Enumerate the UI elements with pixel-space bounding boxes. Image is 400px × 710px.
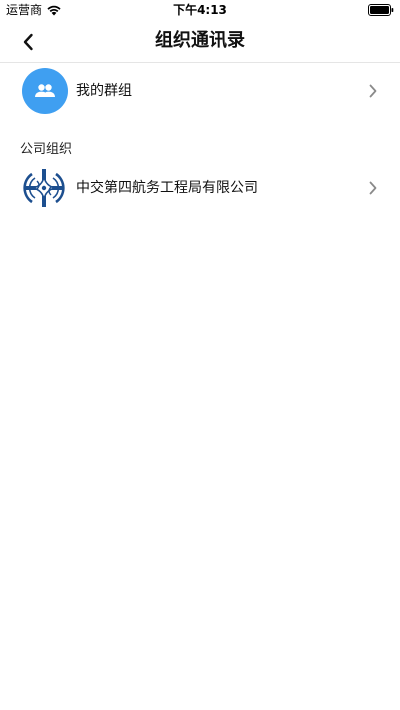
group-people-icon: [35, 84, 55, 97]
nav-bar: 组织通讯录: [0, 20, 400, 63]
company-logo-icon: [23, 169, 65, 207]
section-header-company: 公司组织: [20, 142, 73, 157]
groups-avatar: [22, 68, 68, 114]
company-row[interactable]: 中交第四航务工程局有限公司: [0, 164, 400, 212]
chevron-right-icon: [369, 84, 377, 98]
status-bar: 运营商 下午4:13: [0, 0, 400, 20]
company-label: 中交第四航务工程局有限公司: [76, 180, 258, 196]
my-groups-label: 我的群组: [76, 83, 132, 99]
page-title: 组织通讯录: [155, 30, 245, 51]
my-groups-row[interactable]: 我的群组: [0, 67, 400, 115]
battery-icon: [368, 4, 394, 16]
status-time: 下午4:13: [173, 3, 227, 17]
chevron-right-icon: [369, 181, 377, 195]
